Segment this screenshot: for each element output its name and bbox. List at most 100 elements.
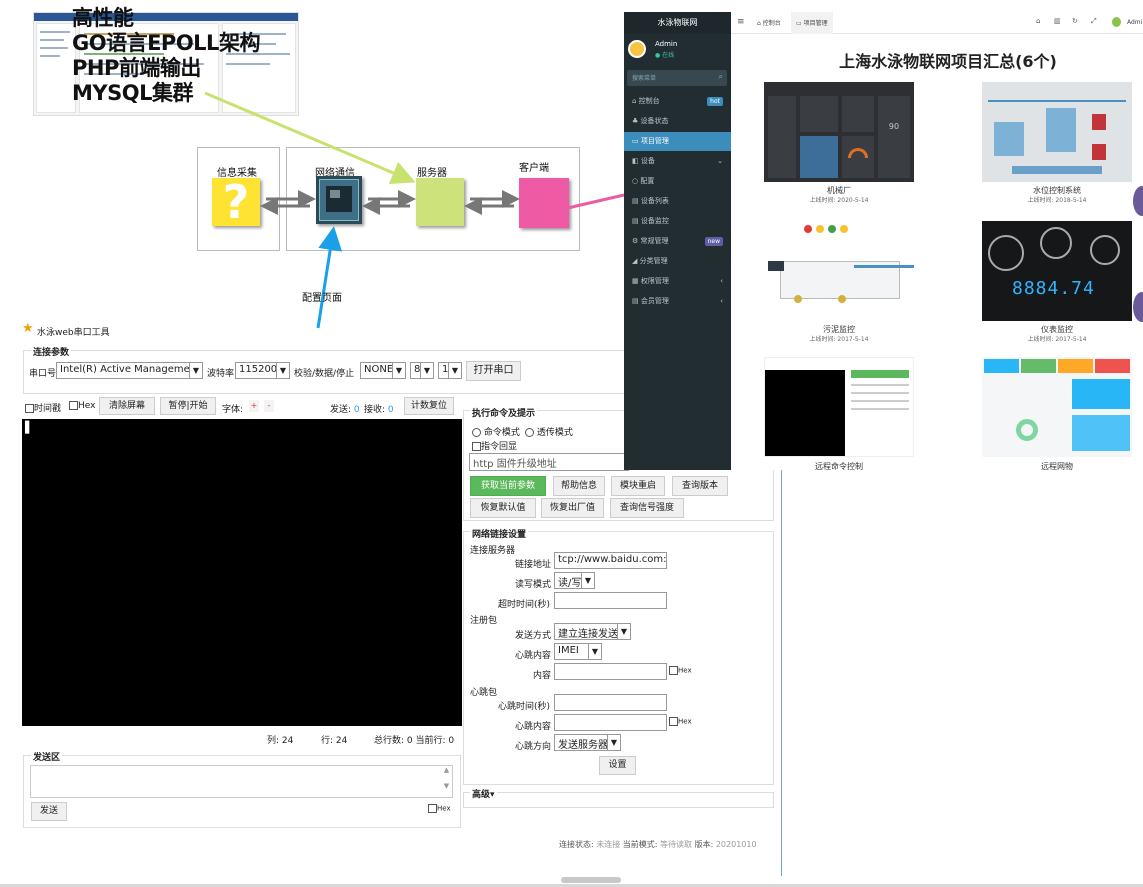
timestamp-option[interactable]: 时间戳 (25, 401, 61, 414)
sidebar-badge: new (704, 237, 723, 246)
hex-checkbox[interactable] (69, 401, 78, 410)
restart-button[interactable]: 模块重启 (611, 476, 665, 496)
home-icon[interactable]: ⌂ (1036, 17, 1040, 25)
sidebar-item-1[interactable]: ⌂ 控制台 hot (624, 92, 731, 111)
search-icon[interactable]: ⌕ (719, 72, 723, 82)
send-hex-checkbox[interactable] (428, 804, 437, 813)
send-hex-option[interactable]: Hex (428, 804, 451, 813)
firmware-url-input[interactable]: http 固件升级地址 (469, 453, 629, 471)
content-hex-checkbox[interactable] (669, 666, 678, 675)
dashboard-topbar: ≡ ⌂ 控制台 ▭ 项目管理 ⌂ ▥ ↻ ⤢ Admi (731, 12, 1143, 34)
font-increase-button[interactable]: + (249, 400, 259, 412)
arrow-to-server (204, 91, 416, 185)
sidebar-item-2[interactable]: ♣ 设备状态 (624, 112, 731, 131)
sidebar-item-icon: ♣ (632, 117, 641, 125)
sidebar-item-7[interactable]: ▤ 设备监控 (624, 212, 731, 231)
help-button[interactable]: 帮助信息 (553, 476, 605, 496)
content-label: 内容 (533, 671, 552, 681)
sidebar-item-9[interactable]: ◢ 分类管理 (624, 252, 731, 271)
project-card-image-5[interactable] (764, 357, 914, 457)
serial-tool-title: 水泳web串口工具 (37, 328, 110, 338)
send-button[interactable]: 发送 (31, 802, 67, 821)
hb-dir-select[interactable]: 发送服务器 ▼ (554, 734, 621, 751)
project-name-5[interactable]: 远程命令控制 (764, 461, 914, 470)
hb-hex-checkbox[interactable] (669, 717, 678, 726)
side-float-button-1[interactable] (1133, 186, 1143, 216)
send-scrollbar[interactable]: ▲ ▼ (441, 766, 452, 797)
menu-toggle-icon[interactable]: ≡ (737, 17, 745, 27)
baud-select[interactable]: 115200 ▼ (235, 362, 290, 379)
sidebar-item-icon: ◧ (632, 157, 641, 165)
terminal-output[interactable]: ▌ (22, 419, 462, 726)
sidebar-item-label: 会员管理 (640, 297, 669, 305)
content-hex-option[interactable]: Hex (669, 666, 692, 675)
project-card-image-6[interactable] (982, 357, 1132, 457)
restore-factory-button[interactable]: 恢复出厂值 (541, 498, 604, 518)
timeout-input[interactable] (554, 592, 667, 609)
get-params-button[interactable]: 获取当前参数 (470, 476, 546, 496)
dashboard-brand[interactable]: 水泳物联网 (624, 12, 731, 34)
timestamp-checkbox[interactable] (25, 404, 34, 413)
link-addr-input[interactable]: tcp://www.baidu.com:800 (554, 552, 667, 569)
sidebar-item-4[interactable]: ◧ 设备 ⌄ (624, 152, 731, 171)
project-card-image-4[interactable]: 8884.74 (982, 221, 1132, 321)
open-port-button[interactable]: 打开串口 (466, 361, 521, 381)
clear-screen-button[interactable]: 清除屏幕 (99, 397, 155, 415)
conn-params-title: 连接参数 (31, 345, 72, 358)
query-signal-button[interactable]: 查询信号强度 (610, 498, 684, 518)
hb-time-input[interactable] (554, 694, 667, 711)
user-avatar-icon[interactable] (1112, 17, 1121, 27)
side-float-button-2[interactable] (1133, 292, 1143, 322)
echo-checkbox[interactable] (472, 442, 481, 451)
passthrough-mode-option[interactable]: 透传模式 (525, 425, 573, 438)
project-card-image-3[interactable] (764, 221, 914, 321)
project-name-6[interactable]: 远程网物 (982, 461, 1132, 470)
advanced-toggle[interactable]: 高级▾ (470, 787, 497, 800)
restore-default-button[interactable]: 恢复默认值 (470, 498, 536, 518)
sidebar-item-6[interactable]: ▤ 设备列表 (624, 192, 731, 211)
horizontal-scrollbar[interactable] (561, 877, 621, 883)
rw-mode-select[interactable]: 读/写 ▼ (554, 572, 595, 589)
sidebar-item-10[interactable]: ▦ 权限管理 ‹ (624, 272, 731, 291)
send-mode-select[interactable]: 建立连接发送 ▼ (554, 623, 631, 640)
content-input[interactable] (554, 663, 667, 680)
pause-start-button[interactable]: 暂停|开始 (160, 397, 216, 415)
cmd-panel-title: 执行命令及提示 (470, 406, 538, 419)
sidebar-item-5[interactable]: ○ 配置 (624, 172, 731, 191)
sidebar-item-label: 设备状态 (640, 117, 669, 125)
send-textarea[interactable]: ▲ ▼ (30, 765, 453, 798)
sidebar-item-label: 控制台 (638, 97, 660, 105)
hex-option[interactable]: Hex (69, 401, 95, 411)
tab-project[interactable]: ▭ 项目管理 (791, 12, 833, 34)
set-button[interactable]: 设置 (599, 756, 636, 775)
tab-console[interactable]: ⌂ 控制台 (757, 18, 781, 27)
net-panel-title: 网络链接设置 (470, 527, 529, 540)
fullscreen-icon[interactable]: ⤢ (1091, 17, 1097, 26)
hb-content2-input[interactable] (554, 714, 667, 731)
project-card-image-1[interactable]: 90 (764, 82, 914, 182)
sidebar-item-icon: ▤ (632, 217, 641, 225)
star-icon: ★ (22, 321, 34, 336)
sidebar-search[interactable]: 搜索菜单 ⌕ (627, 70, 727, 86)
sidebar-item-11[interactable]: ▤ 会员管理 ‹ (624, 292, 731, 311)
sidebar-item-3[interactable]: ▭ 项目管理 (624, 132, 731, 151)
hb-hex-option[interactable]: Hex (669, 717, 692, 726)
echo-option[interactable]: 指令回显 (472, 439, 517, 452)
refresh-icon[interactable]: ↻ (1072, 17, 1078, 25)
port-select[interactable]: Intel(R) Active Management T ▼ (56, 362, 203, 379)
admin-short[interactable]: Admi (1127, 19, 1142, 26)
sidebar-item-8[interactable]: ⚙ 常规管理 new (624, 232, 731, 251)
font-decrease-button[interactable]: - (264, 400, 274, 412)
stop-bits-select[interactable]: 1 ▼ (438, 362, 462, 379)
project-card-image-2[interactable] (982, 82, 1132, 182)
passthrough-mode-radio[interactable] (525, 428, 534, 437)
sidebar-search-placeholder: 搜索菜单 (632, 75, 657, 82)
query-version-button[interactable]: 查询版本 (672, 476, 728, 496)
parity-select[interactable]: NONE ▼ (360, 362, 406, 379)
data-bits-select[interactable]: 8 ▼ (410, 362, 434, 379)
trash-icon[interactable]: ▥ (1054, 17, 1061, 25)
hb-content-select[interactable]: IMEI ▼ (554, 643, 602, 660)
cmd-mode-radio[interactable] (472, 428, 481, 437)
reset-count-button[interactable]: 计数复位 (404, 397, 454, 415)
cmd-mode-option[interactable]: 命令模式 (472, 425, 520, 438)
